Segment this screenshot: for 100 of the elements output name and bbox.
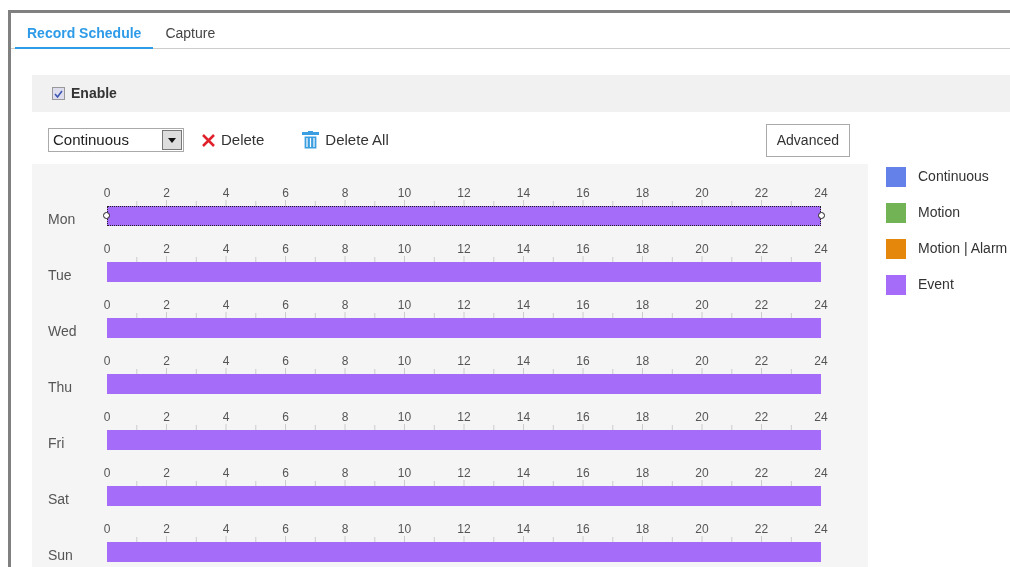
hour-label: 6 bbox=[281, 186, 290, 200]
hour-label: 6 bbox=[281, 242, 290, 256]
hour-label: 2 bbox=[162, 186, 171, 200]
hour-label: 0 bbox=[102, 354, 112, 368]
hour-label: 12 bbox=[456, 298, 472, 312]
hour-label: 24 bbox=[813, 522, 829, 536]
hour-label: 8 bbox=[340, 354, 350, 368]
hour-label: 0 bbox=[102, 242, 112, 256]
hour-label: 12 bbox=[456, 186, 472, 200]
day-label: Wed bbox=[47, 322, 78, 341]
caret-icon[interactable] bbox=[162, 130, 182, 150]
hour-label: 2 bbox=[162, 410, 171, 424]
hour-label: 18 bbox=[634, 186, 651, 200]
hour-label: 10 bbox=[396, 354, 413, 368]
delete-button[interactable]: Delete bbox=[202, 128, 265, 152]
hour-label: 20 bbox=[694, 242, 710, 256]
hour-label: 16 bbox=[575, 354, 591, 368]
day-label: Mon bbox=[47, 210, 77, 229]
type-select[interactable]: Continuous bbox=[48, 128, 184, 152]
hour-label: 24 bbox=[813, 186, 829, 200]
resize-handle[interactable] bbox=[818, 212, 825, 219]
hour-label: 24 bbox=[813, 242, 829, 256]
resize-handle[interactable] bbox=[103, 212, 110, 219]
hour-label: 20 bbox=[694, 354, 710, 368]
hour-label: 22 bbox=[753, 466, 770, 480]
legend-label: Motion | Alarm bbox=[918, 239, 1008, 258]
hour-label: 6 bbox=[281, 522, 290, 536]
hour-label: 14 bbox=[515, 466, 532, 480]
hour-label: 8 bbox=[340, 410, 350, 424]
hour-label: 14 bbox=[515, 242, 532, 256]
hour-label: 22 bbox=[753, 354, 770, 368]
hour-label: 10 bbox=[396, 186, 413, 200]
hour-label: 18 bbox=[634, 354, 651, 368]
hour-label: 14 bbox=[515, 522, 532, 536]
hour-label: 12 bbox=[456, 354, 472, 368]
hour-label: 22 bbox=[753, 242, 770, 256]
hour-label: 14 bbox=[515, 354, 532, 368]
hour-label: 6 bbox=[281, 410, 290, 424]
hour-label: 12 bbox=[456, 242, 472, 256]
hour-label: 16 bbox=[575, 522, 591, 536]
hour-label: 2 bbox=[162, 522, 171, 536]
hour-label: 18 bbox=[634, 522, 651, 536]
hour-label: 14 bbox=[515, 410, 532, 424]
hour-label: 16 bbox=[575, 410, 591, 424]
schedule-segment[interactable] bbox=[107, 206, 821, 226]
hour-label: 10 bbox=[396, 466, 413, 480]
hour-label: 14 bbox=[515, 186, 532, 200]
hour-label: 20 bbox=[694, 298, 710, 312]
hour-label: 0 bbox=[102, 466, 112, 480]
hour-label: 12 bbox=[456, 410, 472, 424]
hour-label: 2 bbox=[162, 466, 171, 480]
legend-label: Motion bbox=[918, 203, 961, 222]
hour-label: 0 bbox=[102, 522, 112, 536]
legend-label: Continuous bbox=[918, 167, 989, 186]
day-label: Tue bbox=[47, 266, 73, 285]
hour-label: 24 bbox=[813, 466, 829, 480]
close-icon bbox=[202, 133, 215, 147]
hour-label: 0 bbox=[102, 186, 112, 200]
advanced-button[interactable]: Advanced bbox=[765, 123, 850, 157]
hour-label: 2 bbox=[162, 298, 171, 312]
hour-label: 4 bbox=[221, 186, 231, 200]
day-label: Fri bbox=[47, 434, 66, 453]
hour-label: 8 bbox=[340, 186, 350, 200]
hour-label: 14 bbox=[515, 298, 532, 312]
hour-label: 16 bbox=[575, 466, 591, 480]
hour-label: 24 bbox=[813, 410, 829, 424]
hour-label: 4 bbox=[221, 298, 231, 312]
hour-label: 10 bbox=[396, 298, 413, 312]
hour-label: 24 bbox=[813, 298, 829, 312]
hour-label: 4 bbox=[221, 466, 231, 480]
day-label: Thu bbox=[47, 378, 74, 397]
hour-label: 24 bbox=[813, 354, 829, 368]
hour-label: 18 bbox=[634, 410, 651, 424]
hour-label: 22 bbox=[753, 410, 770, 424]
hour-label: 22 bbox=[753, 298, 770, 312]
hour-label: 6 bbox=[281, 298, 290, 312]
hour-label: 4 bbox=[221, 354, 231, 368]
hour-label: 8 bbox=[340, 522, 350, 536]
hour-label: 6 bbox=[281, 466, 290, 480]
hour-label: 18 bbox=[634, 298, 651, 312]
hour-label: 22 bbox=[753, 522, 770, 536]
hour-label: 0 bbox=[102, 410, 112, 424]
hour-label: 18 bbox=[634, 466, 651, 480]
hour-label: 12 bbox=[456, 466, 472, 480]
enable-checkbox[interactable] bbox=[52, 87, 65, 100]
hour-label: 20 bbox=[694, 410, 710, 424]
hour-label: 20 bbox=[694, 522, 710, 536]
hour-label: 16 bbox=[575, 186, 591, 200]
hour-label: 8 bbox=[340, 242, 350, 256]
hour-label: 0 bbox=[102, 298, 112, 312]
hour-label: 20 bbox=[694, 466, 710, 480]
hour-label: 10 bbox=[396, 522, 413, 536]
hour-label: 2 bbox=[162, 354, 171, 368]
day-label: Sat bbox=[47, 490, 70, 509]
legend-label: Event bbox=[918, 275, 954, 294]
hour-label: 10 bbox=[396, 410, 413, 424]
tab[interactable]: Capture bbox=[153, 13, 228, 49]
hour-label: 6 bbox=[281, 354, 290, 368]
hour-label: 16 bbox=[575, 242, 591, 256]
delete-all-button[interactable]: Delete All bbox=[302, 128, 389, 152]
